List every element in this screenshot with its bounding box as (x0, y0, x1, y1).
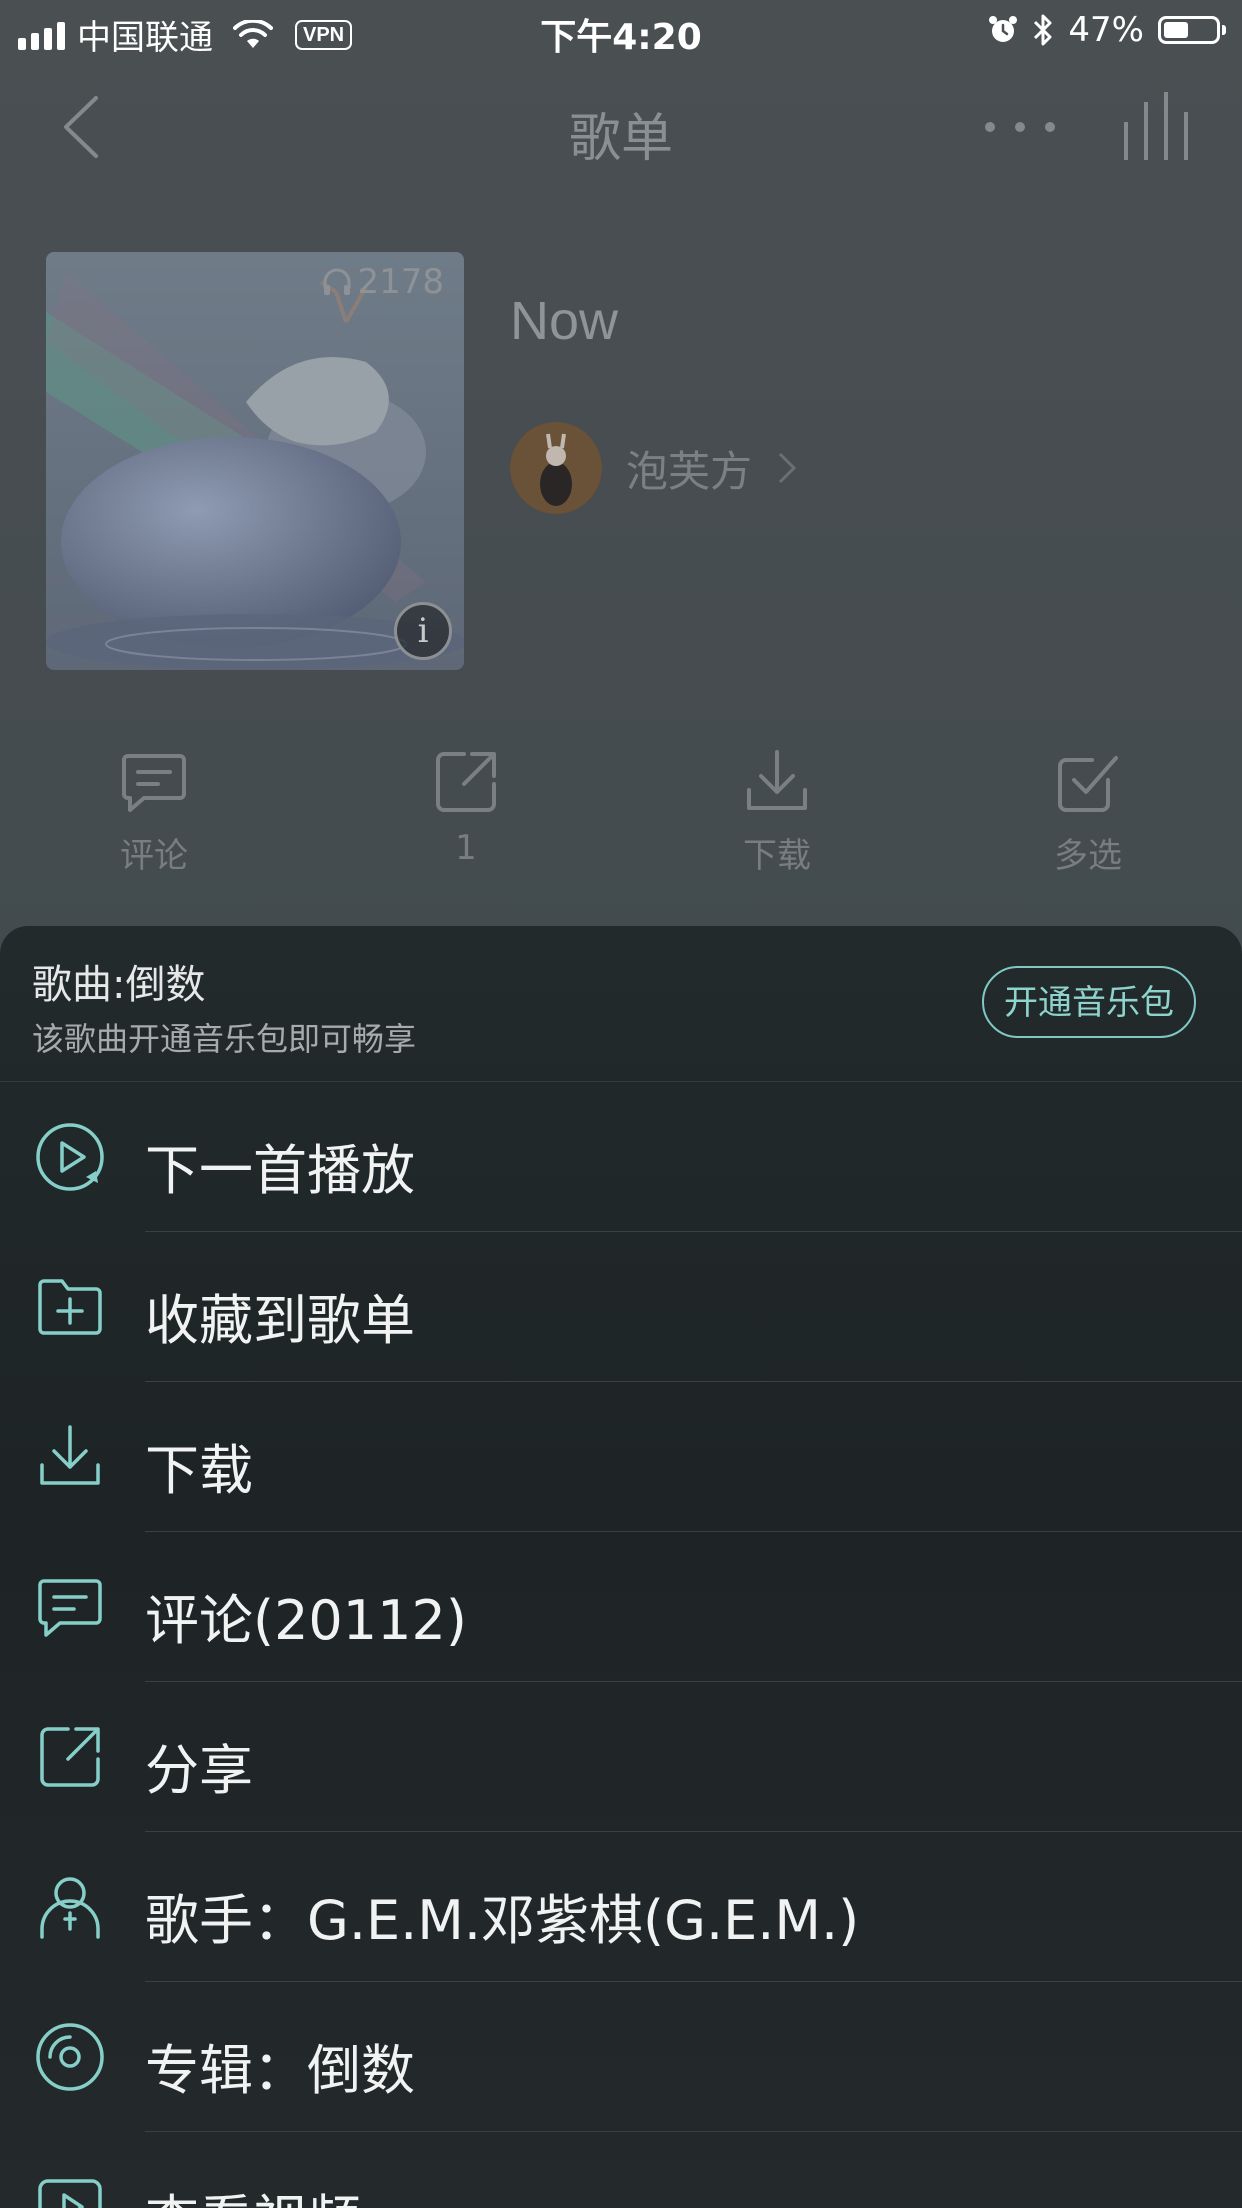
menu-item-label: 下载 (145, 1439, 253, 1502)
menu-item-label: 分享 (145, 1739, 253, 1802)
song-subtitle: 该歌曲开通音乐包即可畅享 (32, 1020, 417, 1058)
play-count: 2178 (321, 262, 444, 302)
nav-bar: 歌单 (0, 72, 1242, 182)
action-row: 评论 1 下载 多选 (0, 746, 1242, 886)
menu-item-video[interactable]: 查看视频 (0, 2132, 1242, 2208)
song-action-sheet: 歌曲:倒数 该歌曲开通音乐包即可畅享 开通音乐包 下一首播放 收藏到歌单 下载 … (0, 926, 1242, 2208)
share-action[interactable]: 1 (386, 746, 546, 868)
equalizer-icon[interactable] (1120, 92, 1192, 162)
artist-icon (40, 1877, 100, 1939)
share-icon (40, 1727, 100, 1787)
download-action-label: 下载 (743, 836, 811, 876)
status-bar: 中国联通 VPN 下午4:20 47% (0, 0, 1242, 62)
video-icon (38, 2179, 102, 2208)
song-title: 歌曲:倒数 (32, 962, 206, 1008)
creator-link[interactable]: 泡芙方 (510, 422, 798, 514)
alarm-icon (989, 16, 1018, 42)
menu-item-label: 收藏到歌单 (145, 1289, 415, 1352)
chevron-right-icon (778, 452, 797, 484)
menu-item-download[interactable]: 下载 (0, 1382, 1242, 1532)
playlist-name: Now (510, 291, 619, 351)
share-icon (436, 752, 496, 812)
multi-select-action[interactable]: 多选 (1008, 746, 1168, 877)
headphones-icon (323, 268, 351, 295)
menu-item-add-to-playlist[interactable]: 收藏到歌单 (0, 1232, 1242, 1382)
menu-item-label: 下一首播放 (145, 1139, 415, 1202)
menu-item-artist[interactable]: 歌手：G.E.M.邓紫棋(G.E.M.) (0, 1832, 1242, 1982)
menu-item-label: 专辑：倒数 (145, 2039, 415, 2102)
menu-item-share[interactable]: 分享 (0, 1682, 1242, 1832)
playlist-cover[interactable]: 2178 i (46, 252, 464, 670)
add-to-playlist-icon (38, 1279, 102, 1335)
bluetooth-icon (1034, 14, 1052, 46)
menu-item-album[interactable]: 专辑：倒数 (0, 1982, 1242, 2132)
menu-item-label: 查看视频 (145, 2176, 361, 2208)
cover-artwork (46, 252, 464, 670)
download-icon (747, 750, 807, 810)
download-action[interactable]: 下载 (697, 746, 857, 877)
menu-item-label: 歌手：G.E.M.邓紫棋(G.E.M.) (145, 1889, 860, 1952)
share-action-label: 1 (455, 828, 477, 868)
multi-select-icon (1058, 756, 1118, 812)
album-icon (36, 2023, 104, 2091)
comment-action-label: 评论 (120, 836, 188, 876)
screen: 中国联通 VPN 下午4:20 47% 歌单 2178 i Now 泡芙方 评论… (0, 0, 1242, 2208)
creator-name: 泡芙方 (626, 446, 753, 496)
menu-item-play-next[interactable]: 下一首播放 (0, 1082, 1242, 1232)
more-icon[interactable] (975, 112, 1065, 142)
sheet-header: 歌曲:倒数 该歌曲开通音乐包即可畅享 开通音乐包 (0, 926, 1242, 1082)
action-menu: 下一首播放 收藏到歌单 下载 评论(20112) 分享 歌手：G.E.M.邓紫棋… (0, 1082, 1242, 2208)
menu-item-label: 评论(20112) (145, 1589, 467, 1652)
comment-action[interactable]: 评论 (74, 746, 234, 877)
download-icon (40, 1425, 100, 1485)
multi-select-action-label: 多选 (1054, 836, 1122, 876)
avatar (510, 422, 602, 514)
info-icon[interactable]: i (394, 602, 452, 660)
comment-icon (122, 754, 186, 812)
battery-percent: 47% (1068, 10, 1144, 50)
menu-item-comments[interactable]: 评论(20112) (0, 1532, 1242, 1682)
battery-icon (1158, 16, 1226, 44)
comment-icon (38, 1579, 102, 1637)
open-music-pack-button[interactable]: 开通音乐包 (982, 966, 1196, 1038)
play-next-icon (36, 1123, 104, 1191)
play-count-value: 2178 (357, 262, 444, 302)
